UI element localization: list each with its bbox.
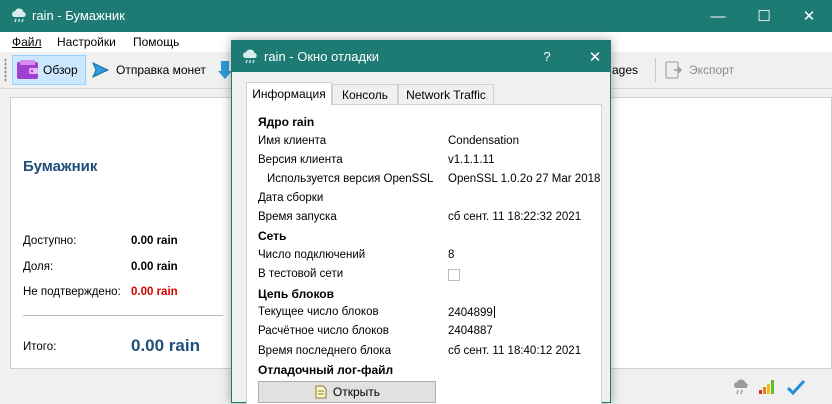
receive-arrow-icon [218,61,232,79]
client-name-label: Имя клиента [258,135,327,147]
receive-coins-button[interactable] [218,55,232,85]
menu-help[interactable]: Помощь [133,35,179,49]
window-title: rain - Бумажник [32,8,125,23]
connections-signal-icon[interactable] [758,377,778,395]
last-block-time-value: сб сент. 11 18:40:12 2021 [448,345,582,357]
connections-label: Число подключений [258,249,366,261]
messages-label: ages [612,63,639,77]
wallet-icon [17,60,38,79]
open-logfile-button[interactable]: Открыть [258,381,436,403]
client-version-value: v1.1.1.11 [448,154,495,166]
tab-information[interactable]: Информация [246,82,332,105]
messages-button[interactable]: ages [612,55,650,85]
estimated-blocks-label: Расчётное число блоков [258,325,389,337]
openssl-value: OpenSSL 1.0.2o 27 Mar 2018 [448,173,601,185]
synced-check-icon[interactable] [786,378,806,396]
send-arrow-icon [92,61,110,79]
client-version-label: Версия клиента [258,154,343,166]
staking-cloud-icon[interactable] [731,378,751,396]
main-titlebar[interactable]: rain - Бумажник — ☐ ✕ [0,0,832,32]
testnet-checkbox [448,269,460,281]
overview-label: Обзор [43,63,78,77]
close-button[interactable]: ✕ [786,0,832,32]
current-blocks-field[interactable]: 2404899 [448,306,495,319]
wallet-heading: Бумажник [23,158,98,175]
last-block-time-label: Время последнего блока [258,345,391,357]
openssl-label: Используется версия OpenSSL [267,173,434,185]
debug-titlebar[interactable]: rain - Окно отладки ? ✕ [232,41,610,72]
total-value: 0.00 rain [131,336,200,355]
stake-value: 0.00 rain [131,261,178,273]
document-icon [315,385,327,399]
tab-network-traffic[interactable]: Network Traffic [398,84,494,104]
cloud-rain-icon [243,49,257,64]
help-button[interactable]: ? [532,41,562,72]
current-blocks-value: 2404899 [448,307,493,319]
text-caret [493,306,495,318]
available-label: Доступно: [23,235,77,247]
total-divider [23,315,223,316]
unconfirmed-value: 0.00 rain [131,286,178,298]
total-label: Итого: [23,341,57,353]
debug-close-button[interactable]: ✕ [580,41,610,72]
open-button-label: Открыть [332,385,381,399]
cloud-rain-icon [12,8,26,23]
send-coins-button[interactable]: Отправка монет [90,55,214,85]
maximize-button[interactable]: ☐ [741,0,787,32]
export-label: Экспорт [689,63,735,77]
send-coins-label: Отправка монет [116,63,206,77]
connections-value: 8 [448,249,455,261]
information-panel: Ядро rain Имя клиента Condensation Верси… [246,104,602,404]
debug-window: rain - Окно отладки ? ✕ Информация Консо… [231,40,611,404]
testnet-label: В тестовой сети [258,268,344,280]
stake-label: Доля: [23,261,54,273]
debug-window-title: rain - Окно отладки [264,49,380,64]
overview-button[interactable]: Обзор [12,55,86,85]
build-date-label: Дата сборки [258,192,324,204]
menu-settings[interactable]: Настройки [57,35,116,49]
client-name-value: Condensation [448,135,519,147]
startup-time-value: сб сент. 11 18:22:32 2021 [448,211,582,223]
tab-console[interactable]: Консоль [332,84,398,104]
toolbar-grip[interactable] [4,58,7,82]
blockchain-heading: Цепь блоков [258,287,335,301]
core-heading: Ядро rain [258,115,315,129]
logfile-heading: Отладочный лог-файл [258,363,394,377]
minimize-button[interactable]: — [695,0,741,32]
menu-file[interactable]: Файл [12,35,42,49]
available-value: 0.00 rain [131,235,178,247]
estimated-blocks-value: 2404887 [448,325,493,337]
toolbar-separator [655,58,656,82]
current-blocks-label: Текущее число блоков [258,306,379,318]
export-icon [665,61,683,79]
startup-time-label: Время запуска [258,211,337,223]
unconfirmed-label: Не подтверждено: [23,286,121,298]
network-heading: Сеть [258,229,287,243]
export-button[interactable]: Экспорт [663,55,743,85]
